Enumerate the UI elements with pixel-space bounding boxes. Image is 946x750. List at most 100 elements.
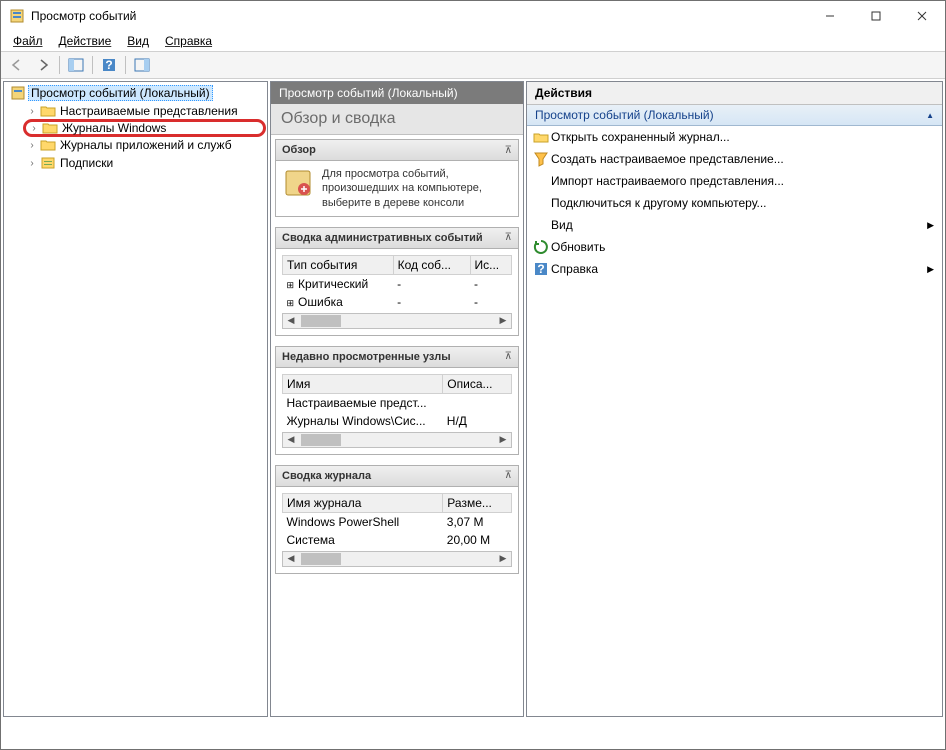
action-item[interactable]: Открыть сохраненный журнал...	[527, 126, 942, 148]
action-item[interactable]: Импорт настраиваемого представления...	[527, 170, 942, 192]
recent-nodes-label: Недавно просмотренные узлы	[282, 351, 451, 363]
admin-summary-header[interactable]: Сводка административных событий ⊼	[276, 228, 518, 249]
tree-item[interactable]: ›Журналы Windows	[23, 119, 266, 137]
expand-icon[interactable]: ›	[26, 140, 38, 151]
details-pane: Просмотр событий (Локальный) Обзор и сво…	[270, 81, 524, 717]
tree-item[interactable]: ›Подписки	[24, 154, 265, 172]
help-icon: ?	[533, 261, 549, 277]
column-header[interactable]: Тип события	[283, 255, 394, 274]
funnel-icon	[533, 151, 549, 167]
tree-root-label: Просмотр событий (Локальный)	[28, 85, 213, 101]
tree-item-label: Настраиваемые представления	[58, 103, 240, 119]
panel-button[interactable]	[130, 54, 154, 76]
actions-pane: Действия Просмотр событий (Локальный) ▲ …	[526, 81, 943, 717]
column-header[interactable]: Имя	[283, 374, 443, 393]
overview-body: Для просмотра событий, произошедших на к…	[276, 161, 518, 216]
none-icon	[533, 173, 549, 189]
tree-item[interactable]: › Настраиваемые представления	[24, 102, 265, 120]
actions-group-header[interactable]: Просмотр событий (Локальный) ▲	[527, 105, 942, 126]
action-label: Обновить	[551, 240, 605, 254]
action-label: Создать настраиваемое представление...	[551, 152, 784, 166]
svg-text:?: ?	[537, 262, 544, 276]
details-subtitle: Обзор и сводка	[271, 104, 523, 135]
tree-root-item[interactable]: Просмотр событий (Локальный)	[6, 84, 265, 102]
toolbar-separator	[92, 56, 93, 74]
admin-summary-section: Сводка административных событий ⊼ Тип со…	[275, 227, 519, 336]
overview-header[interactable]: Обзор ⊼	[276, 140, 518, 161]
action-item[interactable]: Вид ▶	[527, 214, 942, 236]
collapse-icon: ⊼	[505, 351, 512, 362]
column-header[interactable]: Ис...	[470, 255, 511, 274]
open-icon	[533, 129, 549, 145]
help-button[interactable]: ?	[97, 54, 121, 76]
window-title: Просмотр событий	[31, 9, 807, 23]
toolbar-separator	[59, 56, 60, 74]
close-button[interactable]	[899, 1, 945, 31]
table-row[interactable]: Система20,00 М	[283, 531, 512, 549]
window-controls	[807, 1, 945, 31]
event-viewer-icon	[10, 85, 26, 101]
none-icon	[533, 195, 549, 211]
action-label: Справка	[551, 262, 598, 276]
action-label: Вид	[551, 218, 573, 232]
log-summary-body: Имя журналаРазме...Windows PowerShell3,0…	[276, 487, 518, 573]
log-summary-header[interactable]: Сводка журнала ⊼	[276, 466, 518, 487]
menu-view[interactable]: Вид	[119, 32, 157, 50]
action-item[interactable]: Создать настраиваемое представление...	[527, 148, 942, 170]
menu-file[interactable]: Файл	[5, 32, 51, 50]
menu-action[interactable]: Действие	[51, 32, 120, 50]
table-row[interactable]: Настраиваемые предст...	[283, 393, 512, 412]
column-header[interactable]: Код соб...	[393, 255, 470, 274]
show-tree-button[interactable]	[64, 54, 88, 76]
admin-summary-label: Сводка административных событий	[282, 232, 483, 244]
table-row[interactable]: Windows PowerShell3,07 М	[283, 512, 512, 531]
content-area: Просмотр событий (Локальный) › Настраивае…	[1, 79, 945, 719]
log-summary-section: Сводка журнала ⊼ Имя журналаРазме...Wind…	[275, 465, 519, 574]
overview-section: Обзор ⊼ Для просмотра событий, произошед…	[275, 139, 519, 217]
action-label: Открыть сохраненный журнал...	[551, 130, 730, 144]
collapse-icon: ⊼	[505, 232, 512, 243]
scrollbar[interactable]: ◀▶	[282, 313, 512, 329]
overview-icon	[282, 167, 314, 199]
forward-button[interactable]	[31, 54, 55, 76]
menu-help[interactable]: Справка	[157, 32, 220, 50]
action-label: Импорт настраиваемого представления...	[551, 174, 784, 188]
back-button[interactable]	[5, 54, 29, 76]
recent-nodes-header[interactable]: Недавно просмотренные узлы ⊼	[276, 347, 518, 368]
table-row[interactable]: Журналы Windows\Сис...Н/Д	[283, 412, 512, 430]
expand-icon[interactable]: ›	[28, 123, 40, 134]
folder-icon	[40, 137, 56, 153]
overview-text: Для просмотра событий, произошедших на к…	[322, 167, 512, 210]
table-row[interactable]: Ошибка--	[283, 293, 512, 311]
actions-pane-title: Действия	[527, 82, 942, 105]
admin-summary-body: Тип событияКод соб...Ис...Критический--О…	[276, 249, 518, 335]
table-row[interactable]: Критический--	[283, 274, 512, 293]
log-summary-label: Сводка журнала	[282, 470, 371, 482]
action-item[interactable]: Обновить	[527, 236, 942, 258]
actions-list: Открыть сохраненный журнал... Создать нас…	[527, 126, 942, 280]
minimize-button[interactable]	[807, 1, 853, 31]
expand-icon[interactable]: ›	[26, 106, 38, 117]
folder-icon	[40, 103, 56, 119]
app-window: Просмотр событий Файл Действие Вид Справ…	[0, 0, 946, 750]
column-header[interactable]: Описа...	[443, 374, 512, 393]
tree-pane: Просмотр событий (Локальный) › Настраивае…	[3, 81, 268, 717]
recent-nodes-section: Недавно просмотренные узлы ⊼ ИмяОписа...…	[275, 346, 519, 455]
toolbar: ?	[1, 51, 945, 79]
column-header[interactable]: Разме...	[443, 493, 512, 512]
action-item[interactable]: ?Справка▶	[527, 258, 942, 280]
column-header[interactable]: Имя журнала	[283, 493, 443, 512]
scrollbar[interactable]: ◀▶	[282, 432, 512, 448]
action-item[interactable]: Подключиться к другому компьютеру...	[527, 192, 942, 214]
tree-children: › Настраиваемые представления›Журналы Win…	[6, 102, 265, 172]
submenu-arrow-icon: ▶	[927, 220, 934, 231]
tree-item[interactable]: ›Журналы приложений и служб	[24, 136, 265, 154]
scrollbar[interactable]: ◀▶	[282, 551, 512, 567]
expand-icon[interactable]: ›	[26, 158, 38, 169]
maximize-button[interactable]	[853, 1, 899, 31]
titlebar: Просмотр событий	[1, 1, 945, 31]
collapse-icon: ⊼	[505, 145, 512, 156]
admin-summary-table: Тип событияКод соб...Ис...Критический--О…	[282, 255, 512, 311]
action-label: Подключиться к другому компьютеру...	[551, 196, 767, 210]
details-scroll[interactable]: Обзор ⊼ Для просмотра событий, произошед…	[271, 135, 523, 716]
